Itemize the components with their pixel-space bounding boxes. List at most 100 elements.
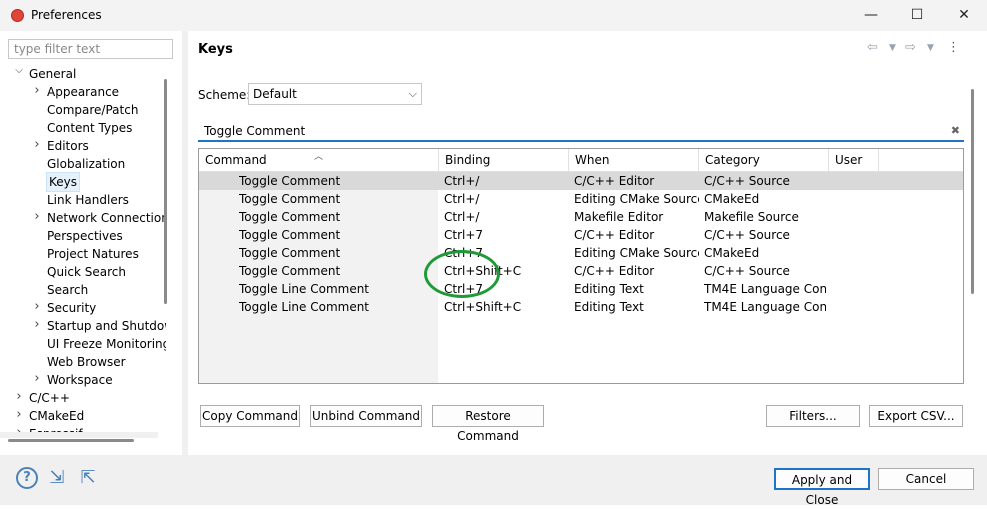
cell-when: Makefile Editor	[574, 210, 664, 224]
tree-item[interactable]: Keys	[45, 172, 81, 192]
export-csv-button[interactable]: Export CSV...	[869, 405, 963, 427]
filters-button[interactable]: Filters...	[766, 405, 860, 427]
cell-category: C/C++ Source	[704, 264, 790, 278]
tree-item[interactable]: Compare/Patch	[47, 101, 138, 119]
sort-up-icon: ︿	[314, 152, 324, 162]
chevron-down-icon: ⌵	[408, 87, 417, 100]
keys-search-input[interactable]: Toggle Comment ✖	[198, 121, 964, 142]
title-bar: Preferences — ☐ ✕	[0, 0, 987, 31]
scheme-value: Default	[253, 87, 297, 101]
cell-when: C/C++ Editor	[574, 228, 655, 242]
search-text: Toggle Comment	[204, 124, 306, 138]
clear-icon[interactable]: ✖	[951, 121, 960, 141]
back-arrow-icon[interactable]: ⇦	[867, 40, 878, 55]
table-row[interactable]: Toggle Line Comment Ctrl+7 Editing Text TM4…	[199, 280, 963, 298]
tree-item[interactable]: Security	[47, 299, 96, 317]
cell-category: C/C++ Source	[704, 174, 790, 188]
table-row[interactable]: Toggle Comment Ctrl+/ Makefile Editor Makef…	[199, 208, 963, 226]
scheme-select[interactable]: Default ⌵	[248, 83, 422, 105]
table-row[interactable]: Toggle Line Comment Ctrl+Shift+C Editing T…	[199, 298, 963, 316]
keys-page: Keys ⇦ ▼ ⇨ ▼ ⋮ Scheme: Default ⌵ Toggle …	[188, 31, 987, 455]
window-title: Preferences	[31, 8, 102, 22]
tree-item[interactable]: UI Freeze Monitoring	[47, 335, 166, 353]
page-title: Keys	[198, 42, 233, 57]
copy-command-button[interactable]: Copy Command	[200, 405, 300, 427]
tree-item[interactable]: Workspace	[47, 371, 113, 389]
sidebar-horizontal-scrollbar[interactable]	[8, 439, 134, 442]
cell-command: Toggle Line Comment	[239, 282, 370, 296]
tree-item[interactable]: Link Handlers	[47, 191, 129, 209]
table-row[interactable]: Toggle Comment Ctrl+/ Editing CMake Source…	[199, 190, 963, 208]
table-row[interactable]: Toggle Comment Ctrl+Shift+C C/C++ Editor C/…	[199, 262, 963, 280]
tree-expand-icon[interactable]: ›	[32, 209, 42, 227]
cell-binding: Ctrl+/	[444, 210, 480, 224]
table-row[interactable]: Toggle Comment Ctrl+7 Editing CMake Source…	[199, 244, 963, 262]
tree-item[interactable]: Network Connections	[47, 209, 166, 227]
tree-item[interactable]: Editors	[47, 137, 89, 155]
tree-item[interactable]: Web Browser	[47, 353, 126, 371]
navigation-toolbar: ⇦ ▼ ⇨ ▼ ⋮	[867, 40, 967, 58]
column-command[interactable]: Command ︿	[199, 149, 439, 171]
table-row[interactable]: Toggle Comment Ctrl+/ C/C++ Editor C/C++ So…	[199, 172, 963, 190]
tree-item[interactable]: Perspectives	[47, 227, 123, 245]
minimize-button[interactable]: —	[848, 0, 894, 31]
tree-item[interactable]: Startup and Shutdown	[47, 317, 166, 335]
forward-dropdown-icon[interactable]: ▼	[927, 43, 934, 53]
tree-expand-icon[interactable]: ›	[32, 371, 42, 389]
tree-item[interactable]: Globalization	[47, 155, 125, 173]
column-user[interactable]: User	[829, 149, 879, 171]
cell-category: TM4E Language Con...	[704, 300, 826, 314]
sidebar-scroll-track	[0, 432, 158, 438]
tree-item[interactable]: C/C++	[29, 389, 70, 407]
tree-item[interactable]: Search	[47, 281, 88, 299]
tree-expand-icon[interactable]: ›	[32, 299, 42, 317]
cell-command: Toggle Comment	[239, 192, 341, 206]
tree-item[interactable]: Content Types	[47, 119, 132, 137]
cell-user	[835, 280, 879, 298]
tree-expand-icon[interactable]: ›	[14, 389, 24, 407]
export-icon[interactable]: ⇱	[77, 467, 99, 489]
cell-user	[835, 244, 879, 262]
cell-category: CMakeEd	[704, 192, 760, 206]
restore-command-button[interactable]: Restore Command	[432, 405, 544, 443]
cell-when: C/C++ Editor	[574, 174, 655, 188]
cell-command: Toggle Comment	[239, 246, 341, 260]
tree-expand-icon[interactable]: ›	[32, 137, 42, 155]
tree-item[interactable]: Appearance	[47, 83, 119, 101]
close-window-button[interactable]: ✕	[941, 0, 987, 31]
back-dropdown-icon[interactable]: ▼	[889, 43, 896, 53]
cell-command: Toggle Comment	[239, 264, 341, 278]
help-icon[interactable]: ?	[16, 467, 38, 489]
table-row[interactable]: Toggle Comment Ctrl+7 C/C++ Editor C/C++ So…	[199, 226, 963, 244]
tree-collapse-icon[interactable]: ⌵	[14, 65, 24, 83]
tree-item[interactable]: Quick Search	[47, 263, 126, 281]
maximize-button[interactable]: ☐	[894, 0, 940, 31]
cell-user	[835, 190, 879, 208]
view-menu-icon[interactable]: ⋮	[947, 40, 960, 55]
cell-command: Toggle Comment	[239, 174, 341, 188]
import-icon[interactable]: ⇲	[46, 467, 68, 489]
sidebar-vertical-scrollbar[interactable]	[164, 79, 167, 304]
tree-expand-icon[interactable]: ›	[14, 407, 24, 425]
tree-item[interactable]: CMakeEd	[29, 407, 84, 425]
cell-user	[835, 262, 879, 280]
apply-and-close-button[interactable]: Apply and Close	[774, 468, 870, 507]
cell-binding: Ctrl+/	[444, 174, 480, 188]
eclipse-app-icon	[11, 9, 24, 22]
page-vertical-scrollbar[interactable]	[971, 89, 974, 294]
scheme-label: Scheme:	[198, 88, 251, 102]
dialog-footer: ? ⇲ ⇱ Apply and Close Cancel	[0, 455, 987, 507]
cell-user	[835, 226, 879, 244]
tree-item[interactable]: Project Natures	[47, 245, 139, 263]
cancel-button[interactable]: Cancel	[878, 468, 974, 490]
unbind-command-button[interactable]: Unbind Command	[310, 405, 422, 427]
column-category[interactable]: Category	[699, 149, 829, 171]
forward-arrow-icon[interactable]: ⇨	[905, 40, 916, 55]
tree-expand-icon[interactable]: ›	[32, 317, 42, 335]
column-binding[interactable]: Binding	[439, 149, 569, 171]
tree-item[interactable]: General	[29, 65, 76, 83]
cell-binding: Ctrl+7	[444, 228, 484, 242]
filter-input[interactable]: type filter text	[8, 39, 173, 59]
tree-expand-icon[interactable]: ›	[32, 83, 42, 101]
column-when[interactable]: When	[569, 149, 699, 171]
